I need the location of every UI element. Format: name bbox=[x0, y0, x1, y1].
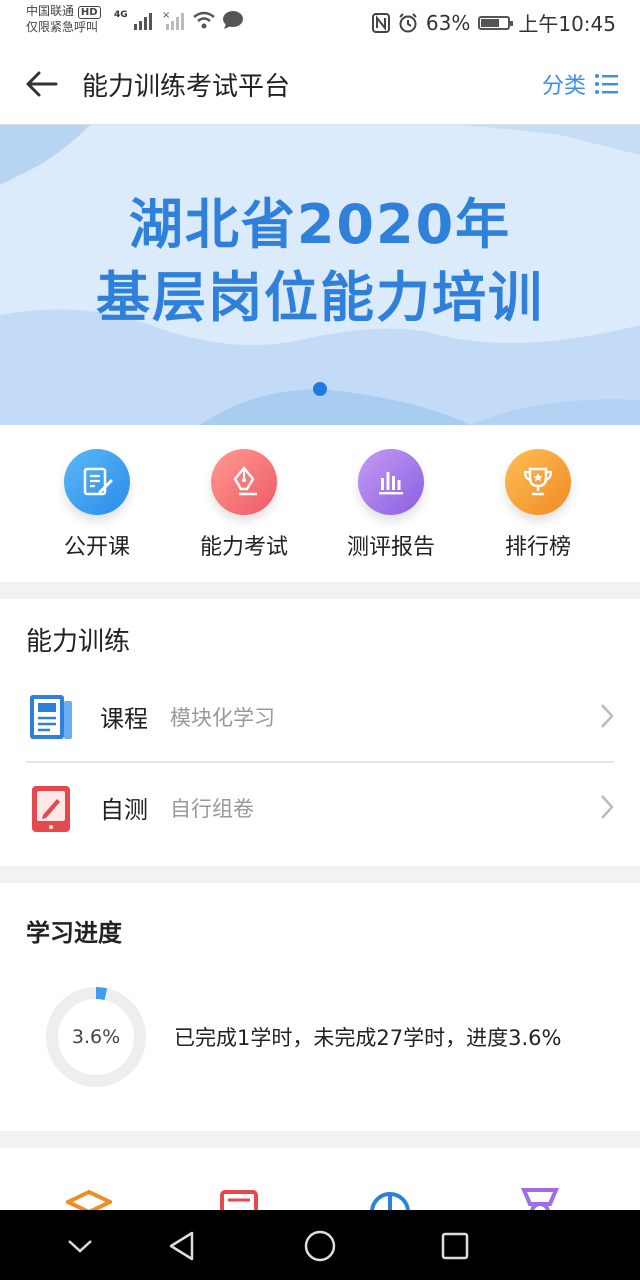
course-row[interactable]: 课程 模块化学习 bbox=[0, 671, 640, 761]
quick-menu: 公开课 能力考试 测评报告 排行榜 bbox=[0, 425, 640, 582]
self-test-label: 自测 bbox=[100, 796, 148, 824]
chevron-right-icon bbox=[601, 795, 614, 819]
carrier-info: 中国联通 HD 仅限紧急呼叫 bbox=[26, 4, 101, 35]
back-button[interactable] bbox=[22, 64, 62, 104]
chevron-down-icon bbox=[68, 1240, 92, 1253]
alarm-icon bbox=[399, 12, 417, 32]
quick-item-label: 排行榜 bbox=[504, 535, 571, 560]
quick-item-ranking[interactable]: 排行榜 bbox=[468, 449, 608, 561]
quick-item-open-course[interactable]: 公开课 bbox=[27, 449, 167, 561]
signal-strength-icon bbox=[133, 13, 152, 30]
app-bar: 能力训练考试平台 分类 bbox=[0, 44, 640, 125]
banner-title-line2: 基层岗位能力培训 bbox=[96, 266, 544, 329]
progress-percent: 3.6% bbox=[71, 1026, 121, 1048]
hd-badge: HD bbox=[77, 6, 101, 19]
quick-item-report[interactable]: 测评报告 bbox=[321, 449, 461, 561]
arrow-left-icon bbox=[26, 71, 58, 97]
more-features-card bbox=[0, 1148, 640, 1210]
nav-back-button[interactable] bbox=[162, 1226, 202, 1266]
svg-text:×: × bbox=[162, 10, 170, 21]
nav-recents-button[interactable] bbox=[435, 1226, 475, 1266]
quick-item-exam[interactable]: 能力考试 bbox=[174, 449, 314, 561]
status-right: 63% 上午10:45 bbox=[371, 8, 616, 37]
self-test-subtitle: 自行组卷 bbox=[170, 797, 254, 821]
progress-title: 学习进度 bbox=[26, 919, 122, 947]
trophy-icon bbox=[505, 449, 571, 515]
quick-item-label: 公开课 bbox=[63, 535, 130, 560]
progress-card: 学习进度 3.6% 已完成1学时，未完成27学时，进度3.6% bbox=[0, 883, 640, 1131]
wifi-icon bbox=[192, 11, 215, 29]
training-card: 能力训练 课程 模块化学习 自测 自行组卷 bbox=[0, 599, 640, 866]
system-nav-bar bbox=[0, 1210, 640, 1280]
book-icon[interactable] bbox=[220, 1190, 260, 1210]
quick-item-label: 能力考试 bbox=[199, 535, 288, 560]
banner-carousel[interactable]: 湖北省2020年 基层岗位能力培训 bbox=[0, 125, 640, 425]
circle-home-icon bbox=[304, 1230, 336, 1262]
document-icon bbox=[30, 695, 72, 739]
emergency-only-text: 仅限紧急呼叫 bbox=[26, 20, 99, 34]
progress-ring: 3.6% bbox=[44, 985, 148, 1089]
pie-chart-icon[interactable] bbox=[368, 1190, 412, 1210]
tablet-pencil-icon bbox=[32, 786, 70, 832]
course-label: 课程 bbox=[100, 705, 148, 733]
notebook-pen-icon bbox=[64, 449, 130, 515]
triangle-back-icon bbox=[169, 1231, 194, 1261]
square-recents-icon bbox=[441, 1232, 469, 1260]
quick-item-label: 测评报告 bbox=[346, 535, 435, 560]
signal-off-icon: × bbox=[162, 10, 184, 30]
clock: 上午10:45 bbox=[518, 12, 616, 36]
battery-icon bbox=[478, 15, 514, 30]
carrier-name: 中国联通 bbox=[26, 4, 75, 18]
nfc-icon bbox=[371, 12, 390, 33]
list-icon bbox=[595, 74, 618, 94]
network-type: 4G bbox=[114, 10, 128, 20]
training-title: 能力训练 bbox=[26, 627, 131, 657]
self-test-row[interactable]: 自测 自行组卷 bbox=[0, 762, 640, 852]
nav-home-button[interactable] bbox=[300, 1226, 340, 1266]
category-button[interactable]: 分类 bbox=[542, 68, 618, 100]
pen-nib-icon bbox=[211, 449, 277, 515]
signal-icons: 4G × bbox=[114, 10, 244, 30]
chevron-right-icon bbox=[601, 704, 614, 728]
course-subtitle: 模块化学习 bbox=[170, 706, 275, 730]
carousel-indicator-dot[interactable] bbox=[313, 382, 327, 396]
battery-percent: 63% bbox=[425, 10, 471, 35]
medal-icon[interactable] bbox=[520, 1188, 560, 1210]
nav-hide-button[interactable] bbox=[60, 1226, 100, 1266]
page-title: 能力训练考试平台 bbox=[82, 72, 291, 102]
message-icon bbox=[222, 11, 243, 29]
banner-title-line1: 湖北省2020年 bbox=[128, 193, 512, 256]
status-bar: 中国联通 HD 仅限紧急呼叫 4G × 63% 上午10:45 bbox=[0, 0, 640, 44]
category-label: 分类 bbox=[541, 74, 586, 99]
progress-description: 已完成1学时，未完成27学时，进度3.6% bbox=[174, 1026, 562, 1050]
bar-chart-icon bbox=[358, 449, 424, 515]
layers-icon[interactable] bbox=[66, 1190, 112, 1210]
